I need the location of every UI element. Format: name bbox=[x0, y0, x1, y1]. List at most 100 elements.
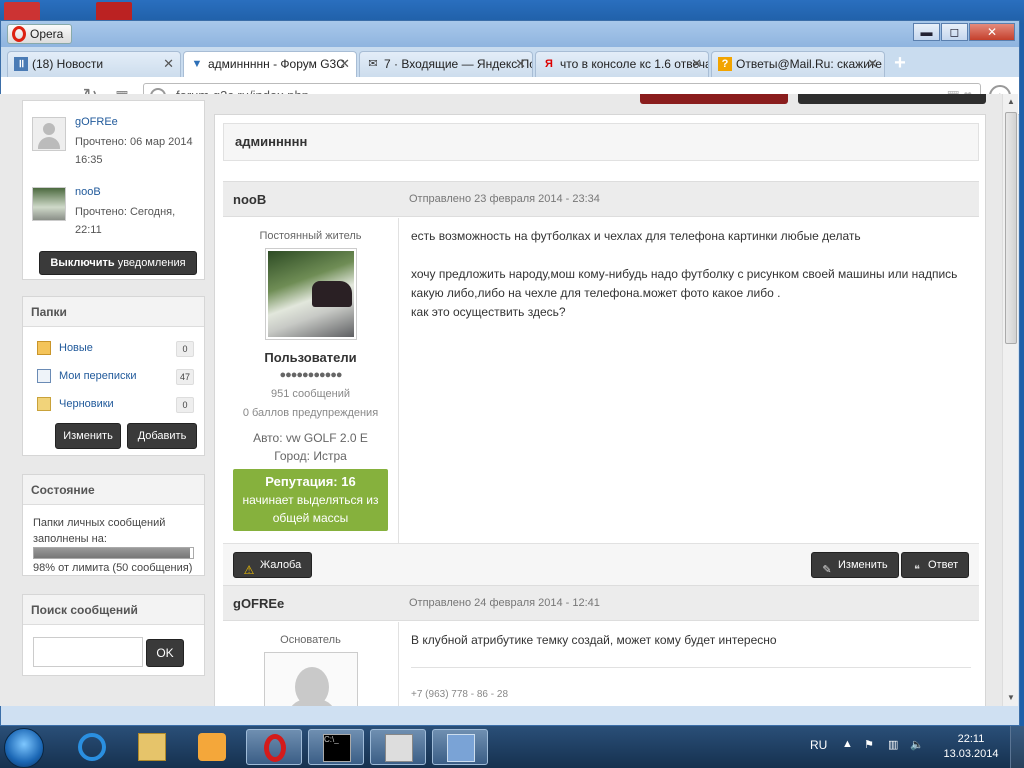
close-tab-icon[interactable]: ✕ bbox=[691, 52, 702, 76]
folder-item-drafts[interactable]: Черновики 0 bbox=[23, 391, 204, 419]
message-search-input[interactable] bbox=[33, 637, 143, 667]
scroll-up-arrow-icon[interactable]: ▲ bbox=[1003, 94, 1019, 110]
close-tab-icon[interactable]: ✕ bbox=[515, 52, 526, 76]
tab-label: Ответы@Mail.Ru: скажите bbox=[736, 57, 882, 71]
clock-time: 22:11 bbox=[957, 733, 985, 745]
language-indicator[interactable]: RU bbox=[810, 738, 827, 752]
scrollbar-thumb[interactable] bbox=[1005, 112, 1017, 344]
page-scrollbar[interactable]: ▲ ▼ bbox=[1002, 94, 1018, 706]
drafts-icon bbox=[37, 397, 51, 411]
top-action-button[interactable] bbox=[640, 94, 788, 104]
notify-bold-label: Выключить bbox=[50, 257, 115, 269]
opera-logo-icon bbox=[12, 26, 26, 42]
user-photo[interactable] bbox=[264, 248, 357, 340]
car-photo-image bbox=[267, 251, 354, 337]
show-desktop-button[interactable] bbox=[1010, 726, 1024, 768]
storage-status-panel: Состояние Папки личных сообщений заполне… bbox=[22, 474, 205, 576]
taskbar: C:\_ RU ▲ ⚑ ▥ 🔈 22:11 13.03.2014 bbox=[0, 726, 1024, 768]
status-text: Папки личных сообщений заполнены на: bbox=[33, 517, 166, 545]
network-app-icon bbox=[447, 734, 475, 762]
recipient-item: gOFREe Прочтено: 06 мар 2014 16:35 bbox=[23, 101, 204, 171]
folder-new-icon bbox=[37, 341, 51, 355]
folder-count: 0 bbox=[176, 341, 194, 357]
close-tab-icon[interactable]: ✕ bbox=[867, 52, 878, 76]
folders-panel: Папки Новые 0 Мои переписки 47 Черновики… bbox=[22, 296, 205, 456]
minimize-button[interactable]: ▬ bbox=[913, 23, 940, 41]
taskbar-opera[interactable] bbox=[246, 729, 302, 765]
tray-expand-icon[interactable]: ▲ bbox=[842, 738, 853, 750]
tab-yandex-search[interactable]: Я что в консоле кс 1.6 отвечает ✕ bbox=[535, 51, 709, 77]
desktop-shortcut-icon[interactable] bbox=[4, 2, 40, 22]
close-tab-icon[interactable]: ✕ bbox=[163, 52, 174, 76]
taskbar-ie[interactable] bbox=[64, 729, 120, 765]
post-content: В клубной атрибутике темку создай, может… bbox=[411, 631, 971, 650]
desktop-shortcut-icon[interactable] bbox=[96, 2, 132, 22]
warning-points: 0 баллов предупреждения bbox=[242, 407, 379, 419]
folder-item-conversations[interactable]: Мои переписки 47 bbox=[23, 363, 204, 391]
clock[interactable]: 22:11 13.03.2014 bbox=[940, 732, 1002, 762]
person-avatar[interactable] bbox=[32, 117, 66, 151]
close-tab-icon[interactable]: ✕ bbox=[339, 52, 350, 76]
default-avatar[interactable] bbox=[263, 652, 358, 706]
post-date: Отправлено 24 февраля 2014 - 12:41 bbox=[409, 597, 600, 609]
recipient-name[interactable]: gOFREe bbox=[75, 116, 118, 128]
edit-folders-button[interactable]: Изменить bbox=[55, 423, 121, 449]
media-player-icon bbox=[198, 733, 226, 761]
notify-label: уведомления bbox=[114, 257, 186, 269]
taskbar-cmd[interactable]: C:\_ bbox=[308, 729, 364, 765]
status-title: Состояние bbox=[23, 475, 204, 505]
reply-button[interactable]: ❝ Ответ bbox=[901, 552, 970, 578]
folder-name[interactable]: Мои переписки bbox=[59, 370, 136, 382]
search-ok-button[interactable]: OK bbox=[146, 639, 184, 667]
edit-post-button[interactable]: ✎ Изменить bbox=[811, 552, 899, 578]
opera-menu-button[interactable]: Opera bbox=[7, 24, 73, 44]
report-button[interactable]: ⚠ Жалоба bbox=[233, 552, 313, 578]
topic-container: админнннн nooB Отправлено 23 февраля 201… bbox=[214, 114, 986, 706]
tab-bar: ॥ (18) Новости ✕ ▼ админнннн - Форум G3C… bbox=[1, 47, 1019, 77]
tab-label: админнннн - Форум G3C bbox=[208, 57, 345, 71]
folder-name[interactable]: Черновики bbox=[59, 398, 114, 410]
storage-progress-bar bbox=[33, 547, 194, 559]
status-limit-text: 98% от лимита (50 сообщения) bbox=[33, 562, 193, 574]
taskbar-counter-strike[interactable] bbox=[370, 729, 426, 765]
close-window-button[interactable]: ✕ bbox=[969, 23, 1015, 41]
volume-icon[interactable]: 🔈 bbox=[910, 738, 924, 751]
edit-bubble-icon: ✎ bbox=[822, 564, 832, 576]
user-city: Город: Истра bbox=[223, 447, 398, 465]
mail-icon: ✉ bbox=[368, 58, 378, 70]
top-action-button[interactable] bbox=[798, 94, 986, 104]
folder-name[interactable]: Новые bbox=[59, 342, 93, 354]
user-group: Пользователи bbox=[264, 350, 357, 365]
network-icon[interactable]: ▥ bbox=[888, 738, 898, 751]
storage-progress-fill bbox=[34, 548, 190, 558]
disable-notifications-button[interactable]: Выключить уведомления bbox=[39, 251, 197, 275]
add-folder-button[interactable]: Добавить bbox=[127, 423, 197, 449]
flag-icon[interactable]: ⚑ bbox=[864, 738, 874, 751]
photo-avatar[interactable] bbox=[32, 187, 66, 221]
folder-item-new[interactable]: Новые 0 bbox=[23, 335, 204, 363]
taskbar-network-app[interactable] bbox=[432, 729, 488, 765]
folder-count: 0 bbox=[176, 397, 194, 413]
post-content: есть возможность на футболках и чехлах д… bbox=[411, 227, 971, 322]
car-shape bbox=[311, 281, 352, 307]
opera-menu-label: Opera bbox=[30, 27, 64, 41]
post-author[interactable]: gOFREe bbox=[233, 596, 284, 611]
topic-title: админнннн bbox=[223, 123, 979, 161]
scroll-down-arrow-icon[interactable]: ▼ bbox=[1003, 690, 1019, 706]
recipient-name[interactable]: nooB bbox=[75, 186, 101, 198]
tab-news[interactable]: ॥ (18) Новости ✕ bbox=[7, 51, 181, 77]
post-header: gOFREe Отправлено 24 февраля 2014 - 12:4… bbox=[223, 585, 979, 621]
tab-yandex-mail[interactable]: ✉ 7 · Входящие — Яндекс.Почта ✕ bbox=[359, 51, 533, 77]
page-viewport: gOFREe Прочтено: 06 мар 2014 16:35 nooB … bbox=[0, 94, 1002, 706]
new-tab-button[interactable]: + bbox=[887, 51, 913, 77]
tab-mail-answers[interactable]: ? Ответы@Mail.Ru: скажите ✕ bbox=[711, 51, 885, 77]
user-rank: Основатель bbox=[280, 634, 341, 646]
search-title: Поиск сообщений bbox=[23, 595, 204, 625]
taskbar-media-player[interactable] bbox=[184, 729, 240, 765]
tab-forum[interactable]: ▼ админнннн - Форум G3C ✕ bbox=[183, 51, 357, 77]
taskbar-explorer[interactable] bbox=[124, 729, 180, 765]
window-controls: ▬ ◻ ✕ bbox=[912, 23, 1015, 41]
post-author[interactable]: nooB bbox=[233, 192, 266, 207]
maximize-button[interactable]: ◻ bbox=[941, 23, 968, 41]
start-button[interactable] bbox=[4, 728, 44, 768]
